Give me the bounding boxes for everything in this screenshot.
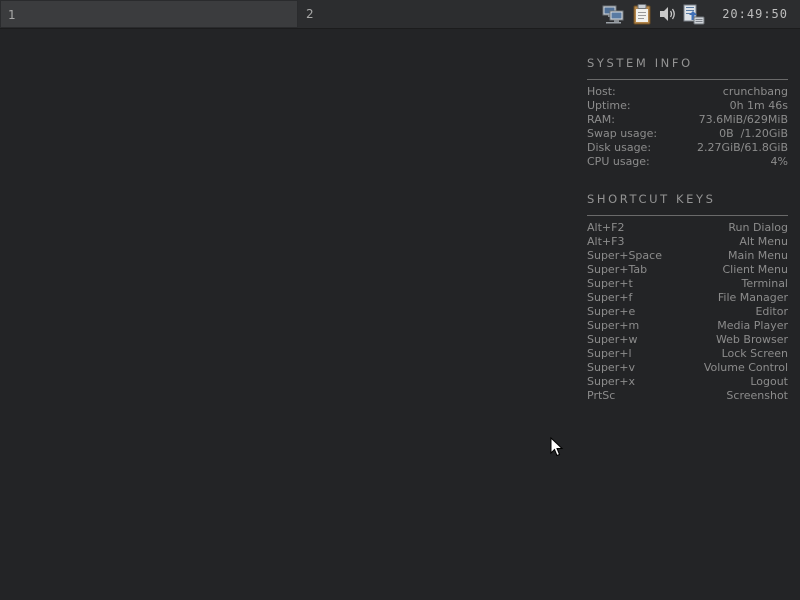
shortcut-action: Screenshot	[726, 389, 788, 402]
info-value: 73.6MiB/629MiB	[698, 113, 788, 126]
shortcut-key: Super+t	[587, 277, 633, 290]
shortcut-row: PrtSc Screenshot	[587, 389, 788, 403]
shortcut-row: Super+x Logout	[587, 375, 788, 389]
shortcut-key: Alt+F3	[587, 235, 625, 248]
shortcut-key: Super+w	[587, 333, 638, 346]
shortcut-key: Super+Tab	[587, 263, 648, 276]
system-info-title: SYSTEM INFO	[587, 56, 693, 70]
divider	[587, 215, 788, 216]
conky-widget: SYSTEM INFO Host: crunchbang Uptime: 0h …	[587, 55, 788, 403]
info-row-cpu: CPU usage: 4%	[587, 155, 788, 169]
info-value: 4%	[770, 155, 788, 168]
info-row-disk: Disk usage: 2.27GiB/61.8GiB	[587, 141, 788, 155]
info-key: Disk usage:	[587, 141, 652, 154]
shortcut-row: Super+t Terminal	[587, 277, 788, 291]
info-key: Swap usage:	[587, 127, 658, 140]
clipboard-icon[interactable]	[631, 3, 653, 25]
shortcut-key: Alt+F2	[587, 221, 625, 234]
shortcut-keys-title: SHORTCUT KEYS	[587, 192, 716, 206]
info-key: Host:	[587, 85, 616, 98]
shortcut-row: Alt+F2 Run Dialog	[587, 221, 788, 235]
info-row-ram: RAM: 73.6MiB/629MiB	[587, 113, 788, 127]
shortcut-row: Super+Space Main Menu	[587, 249, 788, 263]
desktop[interactable]: 1 2 20:49:50 SYSTEM INFO Host: crunchban…	[0, 0, 800, 600]
shortcut-action: Logout	[750, 375, 788, 388]
shortcut-action: Run Dialog	[728, 221, 788, 234]
workspace-2-label: 2	[306, 7, 314, 21]
info-value: 0h 1m 46s	[729, 99, 788, 112]
shortcut-key: Super+l	[587, 347, 632, 360]
info-value: 0B /1.20GiB	[719, 127, 788, 140]
workspace-1-button[interactable]: 1	[0, 0, 298, 28]
shortcut-action: Media Player	[717, 319, 788, 332]
shortcut-action: File Manager	[717, 291, 788, 304]
shortcut-row: Super+e Editor	[587, 305, 788, 319]
shortcut-key: Super+v	[587, 361, 635, 374]
shortcut-row: Super+w Web Browser	[587, 333, 788, 347]
shortcut-action: Alt Menu	[739, 235, 788, 248]
top-panel: 1 2 20:49:50	[0, 0, 800, 29]
info-key: RAM:	[587, 113, 615, 126]
shortcut-action: Terminal	[741, 277, 789, 290]
workspace-1-label: 1	[8, 8, 16, 22]
mouse-pointer-icon	[550, 436, 564, 457]
info-key: Uptime:	[587, 99, 631, 112]
info-key: CPU usage:	[587, 155, 650, 168]
info-row-swap: Swap usage: 0B /1.20GiB	[587, 127, 788, 141]
info-row-uptime: Uptime: 0h 1m 46s	[587, 99, 788, 113]
shortcut-key: Super+Space	[587, 249, 662, 262]
shortcut-row: Super+v Volume Control	[587, 361, 788, 375]
shortcut-action: Volume Control	[703, 361, 788, 374]
workspace-2-button[interactable]: 2	[299, 0, 579, 28]
info-value: 2.27GiB/61.8GiB	[697, 141, 788, 154]
divider	[587, 79, 788, 80]
info-value: crunchbang	[722, 85, 788, 98]
shortcut-key: Super+e	[587, 305, 636, 318]
shortcut-key: PrtSc	[587, 389, 616, 402]
shortcut-action: Editor	[755, 305, 788, 318]
shortcut-key: Super+m	[587, 319, 640, 332]
shortcut-action: Main Menu	[728, 249, 788, 262]
volume-icon[interactable]	[657, 3, 679, 25]
shortcut-row: Super+Tab Client Menu	[587, 263, 788, 277]
shortcut-action: Lock Screen	[721, 347, 788, 360]
shortcut-action: Web Browser	[715, 333, 788, 346]
shortcut-action: Client Menu	[722, 263, 788, 276]
update-manager-icon[interactable]	[683, 3, 705, 25]
network-icon[interactable]	[602, 3, 624, 25]
info-row-host: Host: crunchbang	[587, 85, 788, 99]
shortcut-row: Alt+F3 Alt Menu	[587, 235, 788, 249]
shortcut-row: Super+f File Manager	[587, 291, 788, 305]
clock[interactable]: 20:49:50	[722, 0, 788, 28]
shortcut-key: Super+f	[587, 291, 633, 304]
shortcut-row: Super+m Media Player	[587, 319, 788, 333]
shortcut-key: Super+x	[587, 375, 635, 388]
shortcut-row: Super+l Lock Screen	[587, 347, 788, 361]
